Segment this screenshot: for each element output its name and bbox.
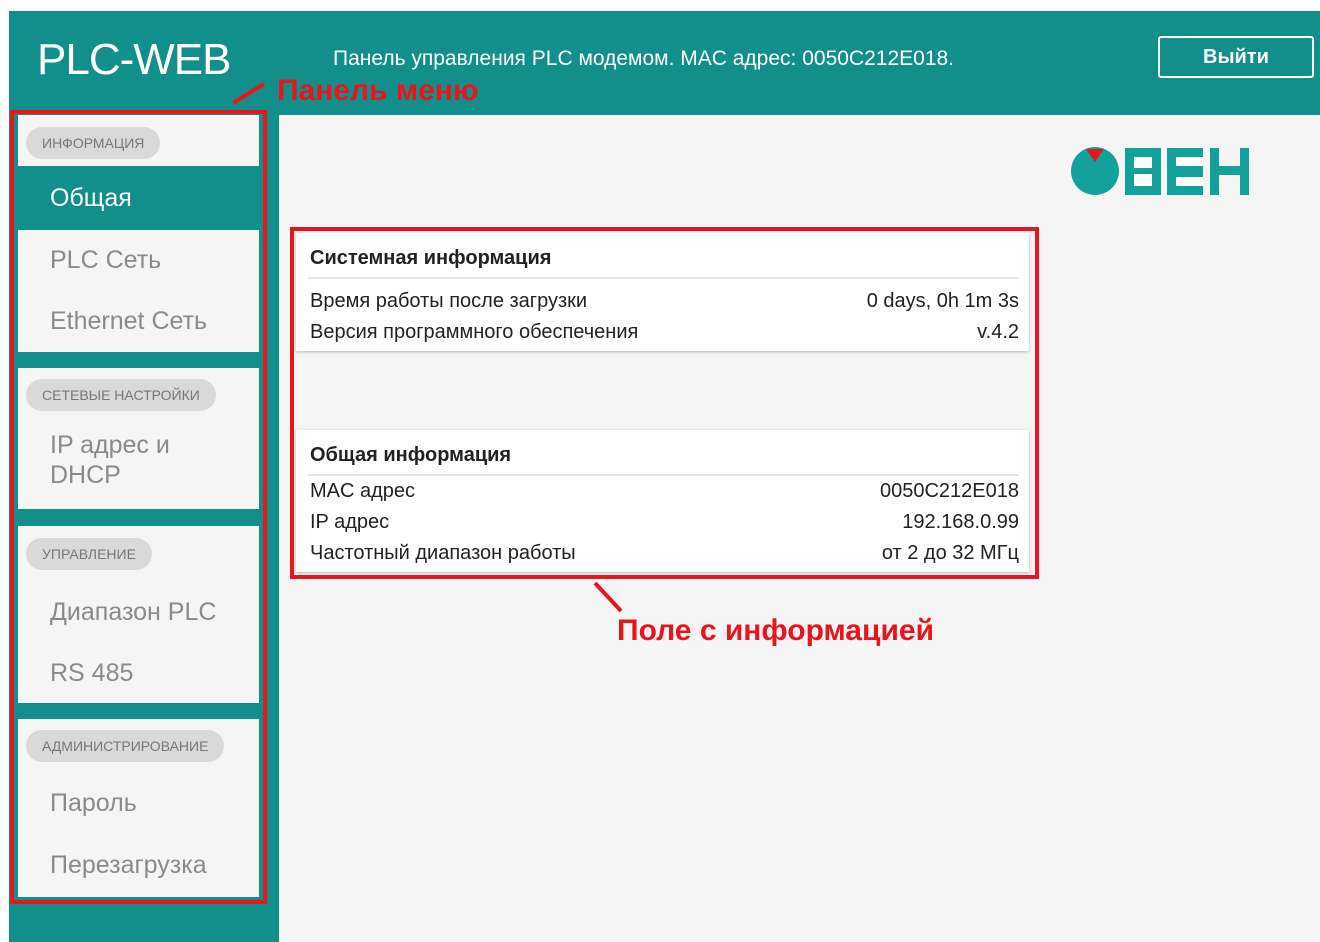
menu-panel-annotation: Панель меню — [277, 74, 479, 107]
info-field-annotation: Поле с информацией — [617, 614, 935, 647]
annotation-pointer-lines — [231, 82, 623, 613]
